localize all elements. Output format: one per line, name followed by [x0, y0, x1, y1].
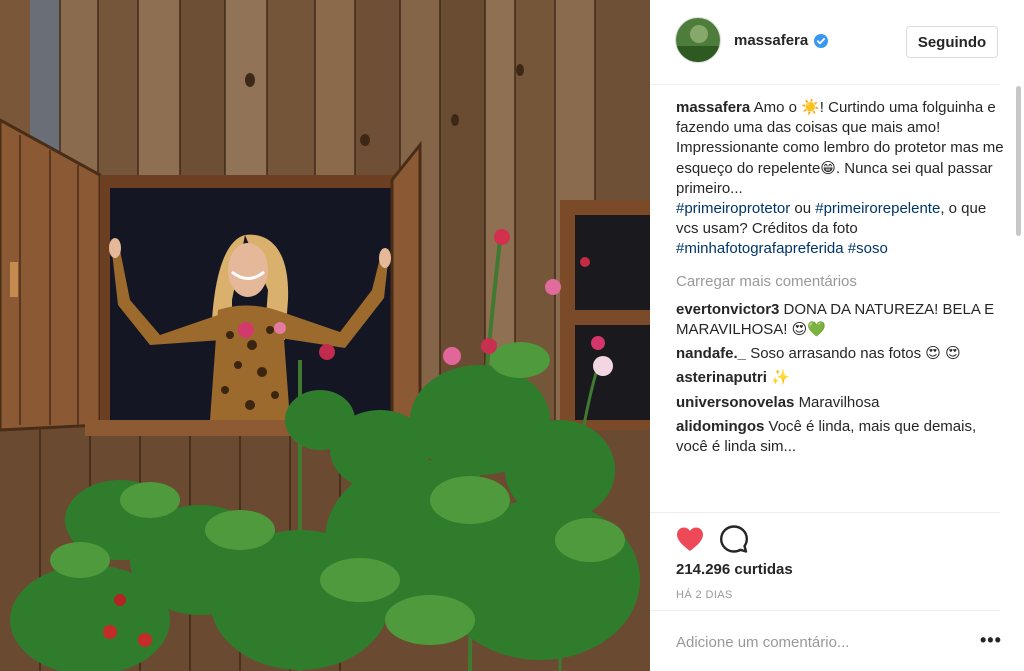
comment-text: Maravilhosa: [798, 393, 880, 411]
verified-badge-icon: [814, 33, 829, 48]
add-comment-input[interactable]: [676, 631, 946, 653]
post-actions: [650, 512, 1000, 553]
avatar-image: [676, 18, 720, 62]
comment-username[interactable]: universonovelas: [676, 394, 794, 411]
caption-text-2: Impressionante como lembro do protetor m…: [676, 139, 1004, 197]
comments-list: massafera Amo o ☀️! Curtindo uma folguin…: [676, 98, 1006, 512]
hashtag-link[interactable]: #primeirorepelente: [815, 200, 940, 217]
comment-item: alidomingos Você é linda, mais que demai…: [676, 417, 1006, 457]
comment-username[interactable]: alidomingos: [676, 418, 764, 435]
likes-count[interactable]: 214.296 curtidas: [676, 561, 793, 578]
comment-item: universonovelas Maravilhosa: [676, 393, 1006, 413]
comment-item: nandafe._ Soso arrasando nas fotos 😍 😍: [676, 344, 1006, 364]
hashtag-link[interactable]: #soso: [848, 240, 888, 257]
heart-filled-icon[interactable]: [676, 526, 704, 552]
ellipsis-icon[interactable]: •••: [980, 631, 1001, 650]
caption-username[interactable]: massafera: [676, 99, 750, 116]
header-username[interactable]: massafera: [734, 32, 808, 49]
left-shutter: [0, 118, 102, 432]
instagram-post: massafera Seguindo massafera Amo o ☀️! C…: [0, 0, 1024, 671]
post-timestamp[interactable]: HÁ 2 DIAS: [676, 589, 733, 601]
post-side-panel: massafera Seguindo massafera Amo o ☀️! C…: [650, 0, 1024, 671]
add-comment-bar: •••: [650, 610, 1001, 671]
comment-username[interactable]: evertonvictor3: [676, 301, 779, 318]
header-username-row: massafera: [734, 32, 829, 49]
comment-text: ✨: [771, 369, 790, 387]
post-photo[interactable]: [0, 0, 650, 671]
following-button[interactable]: Seguindo: [906, 26, 998, 58]
speech-bubble-icon[interactable]: [720, 525, 748, 553]
comments-scrollbar[interactable]: [1016, 86, 1021, 236]
post-caption: massafera Amo o ☀️! Curtindo uma folguin…: [676, 98, 1006, 260]
comment-text: Soso arrasando nas fotos 😍 😍: [750, 345, 961, 363]
comment-item: evertonvictor3 DONA DA NATUREZA! BELA E …: [676, 300, 1006, 340]
post-header: massafera Seguindo: [650, 0, 1000, 85]
comment-item: asterinaputri ✨: [676, 368, 1006, 388]
hashtag-link[interactable]: #minhafotografapreferida: [676, 240, 844, 257]
comment-username[interactable]: asterinaputri: [676, 369, 767, 386]
caption-joiner: ou: [790, 200, 816, 218]
comment-username[interactable]: nandafe._: [676, 345, 746, 362]
hashtag-link[interactable]: #primeiroprotetor: [676, 200, 790, 217]
load-more-comments-link[interactable]: Carregar mais comentários: [676, 272, 1006, 292]
avatar[interactable]: [675, 17, 721, 63]
photo-illustration: [0, 0, 650, 671]
